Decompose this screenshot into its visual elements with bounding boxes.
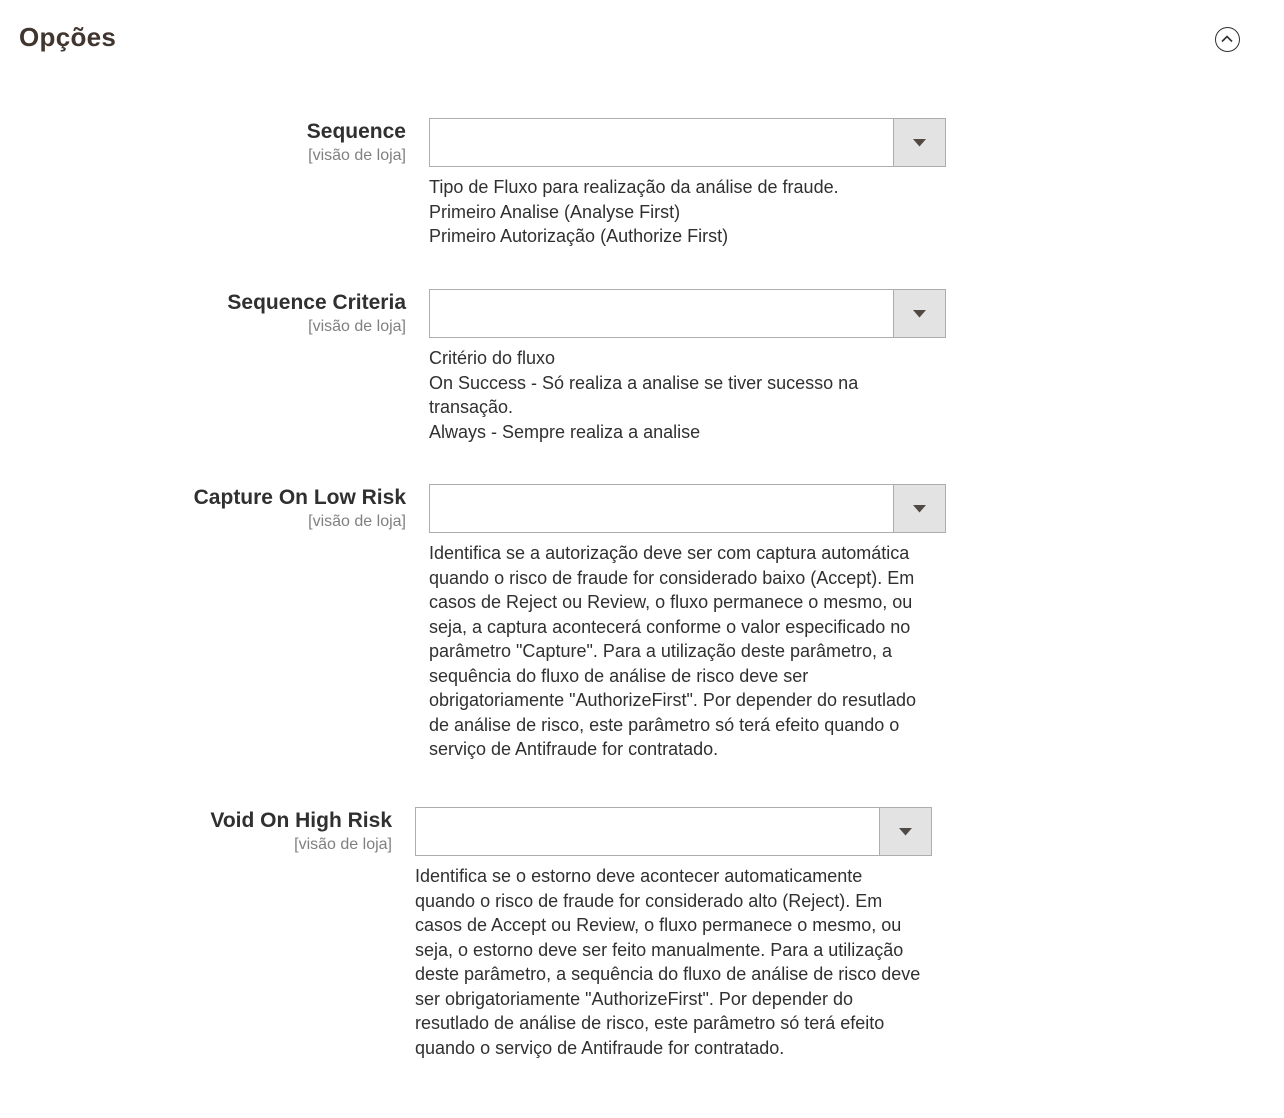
label-text: Capture On Low Risk: [193, 486, 406, 509]
field-label-sequence-criteria: Sequence Criteria [visão de loja]: [106, 289, 406, 337]
field-label-void-on-high-risk: Void On High Risk [visão de loja]: [92, 807, 392, 855]
sequence-select[interactable]: [429, 118, 946, 167]
note-line: Tipo de Fluxo para realização da análise…: [429, 177, 839, 197]
caret-down-icon[interactable]: [893, 119, 945, 166]
note-line: Always - Sempre realiza a analise: [429, 421, 701, 442]
caret-down-icon[interactable]: [893, 290, 945, 337]
chevron-up-circle-icon[interactable]: [1215, 27, 1240, 52]
note-line: On Success - Só realiza a analise se tiv…: [429, 372, 859, 418]
note-line: Identifica se o estorno deve acontecer a…: [415, 866, 921, 1058]
field-note-capture-on-low-risk: Identifica se a autorização deve ser com…: [429, 541, 941, 762]
field-label-capture-on-low-risk: Capture On Low Risk [visão de loja]: [106, 484, 406, 532]
note-line: Primeiro Analise (Analyse First): [429, 201, 681, 222]
note-line: Primeiro Autorização (Authorize First): [429, 226, 729, 246]
scope-label: [visão de loja]: [294, 836, 392, 853]
label-text: Void On High Risk: [210, 809, 392, 832]
scope-label: [visão de loja]: [308, 318, 406, 335]
capture-on-low-risk-select[interactable]: [429, 484, 946, 533]
caret-down-icon[interactable]: [893, 485, 945, 532]
label-text: Sequence: [306, 120, 406, 143]
field-note-sequence: Tipo de Fluxo para realização da análise…: [429, 175, 949, 249]
scope-label: [visão de loja]: [308, 513, 406, 530]
caret-down-icon[interactable]: [879, 808, 931, 855]
void-on-high-risk-select[interactable]: [415, 807, 932, 856]
field-note-void-on-high-risk: Identifica se o estorno deve acontecer a…: [415, 864, 927, 1060]
label-text: Sequence Criteria: [227, 291, 406, 314]
field-label-sequence: Sequence [visão de loja]: [106, 118, 406, 166]
field-note-sequence-criteria: Critério do fluxo On Success - Só realiz…: [429, 346, 869, 444]
note-line: Critério do fluxo: [429, 348, 556, 368]
scope-label: [visão de loja]: [308, 147, 406, 164]
section-header[interactable]: Opções: [19, 20, 1249, 64]
sequence-criteria-select[interactable]: [429, 289, 946, 338]
section-title: Opções: [19, 22, 117, 52]
note-line: Identifica se a autorização deve ser com…: [429, 543, 917, 759]
